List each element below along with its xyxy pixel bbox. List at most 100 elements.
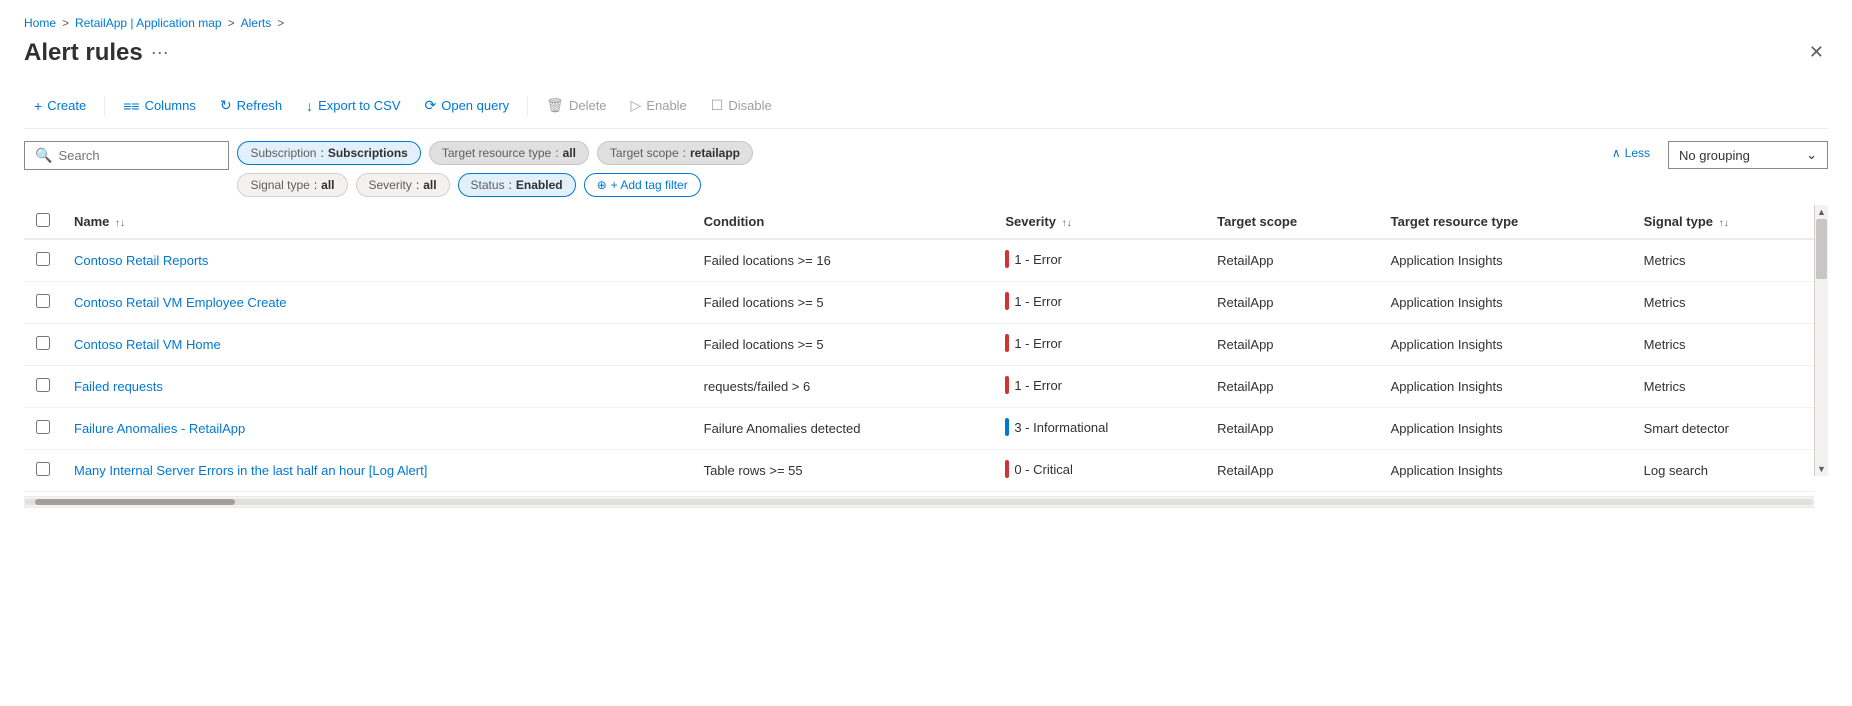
plus-icon: + — [34, 98, 42, 114]
hscrollbar-thumb[interactable] — [35, 499, 235, 505]
header-target-resource-type: Target resource type — [1379, 205, 1632, 239]
row-resource-type-3: Application Insights — [1379, 366, 1632, 408]
delete-button[interactable]: 🗑 Delete — [536, 91, 616, 120]
refresh-button[interactable]: ↻ Refresh — [210, 91, 292, 120]
row-name-link-2[interactable]: Contoso Retail VM Home — [74, 337, 221, 352]
severity-dot-1 — [1005, 292, 1009, 310]
row-name-link-0[interactable]: Contoso Retail Reports — [74, 253, 208, 268]
breadcrumb-home[interactable]: Home — [24, 16, 56, 30]
row-name-4: Failure Anomalies - RetailApp — [62, 408, 692, 450]
condition-col-label: Condition — [704, 214, 765, 229]
status-chip-sep: : — [509, 178, 512, 192]
table-row: Contoso Retail VM Employee Create Failed… — [24, 282, 1814, 324]
row-checkbox-2[interactable] — [36, 336, 50, 350]
breadcrumb-sep-3: > — [277, 16, 284, 30]
severity-badge-3: 1 - Error — [1005, 376, 1062, 394]
less-button[interactable]: ∧ Less — [1602, 142, 1660, 164]
row-checkbox-cell-0 — [24, 239, 62, 282]
row-checkbox-4[interactable] — [36, 420, 50, 434]
row-target-scope-4: RetailApp — [1205, 408, 1378, 450]
row-signal-type-3: Metrics — [1632, 366, 1814, 408]
vertical-scrollbar[interactable]: ▲ ▼ — [1814, 205, 1828, 476]
row-name-1: Contoso Retail VM Employee Create — [62, 282, 692, 324]
row-severity-0: 1 - Error — [993, 239, 1205, 282]
row-checkbox-1[interactable] — [36, 294, 50, 308]
row-name-3: Failed requests — [62, 366, 692, 408]
scroll-down-arrow[interactable]: ▼ — [1815, 462, 1828, 476]
signal-type-chip-label: Signal type — [250, 178, 309, 192]
row-checkbox-cell-4 — [24, 408, 62, 450]
columns-button[interactable]: ≡≡ Columns — [113, 92, 206, 120]
scrollbar-track — [1815, 219, 1828, 462]
row-severity-4: 3 - Informational — [993, 408, 1205, 450]
page-title: Alert rules — [24, 39, 143, 67]
filter-chips-row2: Signal type : all Severity : all Status … — [237, 173, 1660, 197]
severity-text-5: 0 - Critical — [1014, 462, 1073, 477]
signal-type-filter[interactable]: Signal type : all — [237, 173, 347, 197]
row-checkbox-cell-2 — [24, 324, 62, 366]
breadcrumb-sep-1: > — [62, 16, 69, 30]
name-sort-icon[interactable]: ↑↓ — [115, 218, 125, 229]
refresh-label: Refresh — [237, 98, 283, 113]
severity-sort-icon[interactable]: ↑↓ — [1062, 218, 1072, 229]
grouping-dropdown[interactable]: No grouping ⌄ — [1668, 141, 1828, 169]
scrollbar-thumb[interactable] — [1816, 219, 1827, 279]
row-condition-3: requests/failed > 6 — [692, 366, 994, 408]
search-input[interactable] — [58, 148, 218, 163]
severity-badge-2: 1 - Error — [1005, 334, 1062, 352]
breadcrumb-sep-2: > — [228, 16, 235, 30]
subscription-filter[interactable]: Subscription : Subscriptions — [237, 141, 420, 165]
row-checkbox-5[interactable] — [36, 462, 50, 476]
severity-text-3: 1 - Error — [1014, 378, 1062, 393]
severity-badge-1: 1 - Error — [1005, 292, 1062, 310]
row-name-2: Contoso Retail VM Home — [62, 324, 692, 366]
disable-button[interactable]: ☐ Disable — [701, 91, 782, 120]
resource-type-chip-value: all — [563, 146, 576, 160]
close-button[interactable]: ✕ — [1805, 38, 1828, 67]
row-target-scope-2: RetailApp — [1205, 324, 1378, 366]
row-checkbox-3[interactable] — [36, 378, 50, 392]
filter-chips-section: Subscription : Subscriptions Target reso… — [237, 141, 1660, 197]
severity-dot-5 — [1005, 460, 1009, 478]
breadcrumb: Home > RetailApp | Application map > Ale… — [24, 16, 1828, 30]
row-name-link-1[interactable]: Contoso Retail VM Employee Create — [74, 295, 286, 310]
severity-col-label: Severity — [1005, 214, 1056, 229]
delete-icon: 🗑 — [546, 97, 564, 114]
scroll-up-arrow[interactable]: ▲ — [1815, 205, 1828, 219]
name-col-label: Name — [74, 214, 109, 229]
severity-text-0: 1 - Error — [1014, 252, 1062, 267]
header-target-scope: Target scope — [1205, 205, 1378, 239]
breadcrumb-app-map[interactable]: RetailApp | Application map — [75, 16, 222, 30]
query-button[interactable]: ⟳ Open query — [415, 91, 520, 120]
resource-type-filter[interactable]: Target resource type : all — [429, 141, 589, 165]
signal-type-chip-value: all — [321, 178, 334, 192]
search-box[interactable]: 🔍 — [24, 141, 229, 170]
signal-type-sort-icon[interactable]: ↑↓ — [1719, 218, 1729, 229]
resource-type-chip-sep: : — [555, 146, 558, 160]
severity-badge-4: 3 - Informational — [1005, 418, 1108, 436]
add-filter-button[interactable]: ⊕ + Add tag filter — [584, 173, 701, 197]
enable-button[interactable]: ▷ Enable — [621, 91, 697, 120]
status-filter[interactable]: Status : Enabled — [458, 173, 576, 197]
toolbar: + Create ≡≡ Columns ↻ Refresh ↓ Export t… — [24, 83, 1828, 129]
create-button[interactable]: + Create — [24, 92, 96, 120]
row-checkbox-cell-1 — [24, 282, 62, 324]
row-name-link-5[interactable]: Many Internal Server Errors in the last … — [74, 463, 427, 478]
severity-filter[interactable]: Severity : all — [356, 173, 450, 197]
target-scope-chip-label: Target scope — [610, 146, 679, 160]
row-checkbox-0[interactable] — [36, 252, 50, 266]
filters-row: 🔍 Subscription : Subscriptions Target re… — [24, 141, 1828, 197]
target-scope-filter[interactable]: Target scope : retailapp — [597, 141, 753, 165]
more-icon[interactable]: ··· — [151, 42, 169, 63]
row-condition-0: Failed locations >= 16 — [692, 239, 994, 282]
breadcrumb-alerts[interactable]: Alerts — [241, 16, 272, 30]
row-name-link-3[interactable]: Failed requests — [74, 379, 163, 394]
export-button[interactable]: ↓ Export to CSV — [296, 92, 410, 120]
select-all-checkbox[interactable] — [36, 213, 50, 227]
disable-label: Disable — [728, 98, 771, 113]
row-name-link-4[interactable]: Failure Anomalies - RetailApp — [74, 421, 245, 436]
horizontal-scrollbar[interactable] — [24, 496, 1814, 508]
header-name: Name ↑↓ — [62, 205, 692, 239]
chevron-down-icon: ⌄ — [1806, 147, 1817, 163]
table-row: Many Internal Server Errors in the last … — [24, 450, 1814, 492]
